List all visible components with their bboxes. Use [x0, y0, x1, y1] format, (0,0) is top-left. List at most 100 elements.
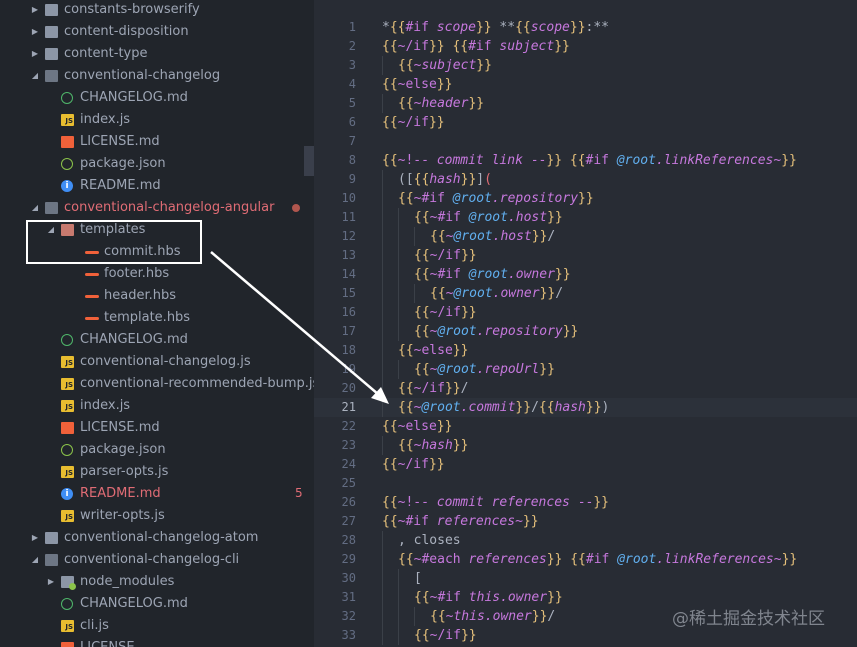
code-token: ~	[515, 514, 523, 529]
code-text: {{~!-- commit link --}} {{#if @root.link…	[382, 151, 797, 170]
tree-file[interactable]: cli.js	[0, 615, 314, 637]
code-line[interactable]: 14 {{~#if @root.owner}}	[314, 265, 857, 284]
code-line[interactable]: 19 {{~@root.repoUrl}}	[314, 360, 857, 379]
tree-file[interactable]: package.json	[0, 439, 314, 461]
chevron-down-icon[interactable]: ◢	[30, 549, 40, 571]
code-text: {{~/if}}/	[398, 379, 468, 398]
tree-file[interactable]: index.js	[0, 395, 314, 417]
chevron-right-icon[interactable]: ▶	[30, 527, 40, 549]
chevron-right-icon[interactable]: ▶	[46, 571, 56, 593]
code-text: {{~@root.host}}/	[430, 227, 555, 246]
code-token: ~this.owner	[445, 609, 532, 624]
indent-guide	[382, 588, 383, 607]
chevron-down-icon[interactable]: ◢	[30, 197, 40, 219]
tree-item-label: conventional-changelog.js	[80, 354, 251, 369]
tree-file[interactable]: i README.md	[0, 175, 314, 197]
code-line[interactable]: 2 {{~/if}} {{#if subject}}	[314, 37, 857, 56]
tree-file[interactable]: LICENSE	[0, 637, 314, 647]
tree-file[interactable]: parser-opts.js	[0, 461, 314, 483]
code-line[interactable]: 4 {{~else}}	[314, 75, 857, 94]
code-text: {{~#if @root.owner}}	[414, 265, 571, 284]
code-text: {{~/if}}	[382, 455, 445, 474]
code-line[interactable]: 5 {{~header}}	[314, 94, 857, 113]
tree-file[interactable]: LICENSE.md	[0, 417, 314, 439]
code-token: ~#if	[429, 267, 469, 282]
code-line[interactable]: 17 {{~@root.repository}}	[314, 322, 857, 341]
code-line[interactable]: 13 {{~/if}}	[314, 246, 857, 265]
code-line[interactable]: 23 {{~hash}}	[314, 436, 857, 455]
code-line[interactable]: 12 {{~@root.host}}/	[314, 227, 857, 246]
code-line[interactable]: 18 {{~else}}	[314, 341, 857, 360]
tree-folder[interactable]: ▶ node_modules	[0, 571, 314, 593]
tree-file[interactable]: i README.md 5	[0, 483, 314, 505]
tree-item-label: conventional-recommended-bump.js	[80, 376, 314, 391]
tree-folder[interactable]: ▶ content-type	[0, 43, 314, 65]
chevron-right-icon[interactable]: ▶	[30, 0, 40, 21]
code-line[interactable]: 24 {{~/if}}	[314, 455, 857, 474]
tree-folder[interactable]: ▶ content-disposition	[0, 21, 314, 43]
line-number: 15	[341, 286, 356, 300]
code-line[interactable]: 10 {{~#if @root.repository}}	[314, 189, 857, 208]
tree-file[interactable]: CHANGELOG.md	[0, 593, 314, 615]
code-line[interactable]: 8 {{~!-- commit link --}} {{#if @root.lin…	[314, 151, 857, 170]
code-token: }}	[460, 248, 477, 263]
code-line[interactable]: 26 {{~!-- commit references --}}	[314, 493, 857, 512]
code-line[interactable]: 29 {{~#each references}} {{#if @root.link…	[314, 550, 857, 569]
tree-file[interactable]: header.hbs	[0, 285, 314, 307]
code-line[interactable]: 22 {{~else}}	[314, 417, 857, 436]
code-line[interactable]: 7	[314, 132, 857, 151]
code-line[interactable]: 27 {{~#if references~}}	[314, 512, 857, 531]
chevron-down-icon[interactable]: ◢	[30, 65, 40, 87]
tree-folder[interactable]: ◢ conventional-changelog-angular	[0, 197, 314, 219]
code-line[interactable]: 3 {{~subject}}	[314, 56, 857, 75]
sidebar-scrollbar[interactable]	[304, 146, 314, 176]
code-line[interactable]: 1 *{{#if scope}} **{{scope}}:**	[314, 18, 857, 37]
code-line[interactable]: 30 [	[314, 569, 857, 588]
tree-folder[interactable]: ▶ constants-browserify	[0, 0, 314, 21]
handlebars-icon	[85, 273, 99, 276]
tree-item-label: LICENSE.md	[80, 134, 160, 149]
tree-file[interactable]: template.hbs	[0, 307, 314, 329]
tree-file[interactable]: LICENSE.md	[0, 131, 314, 153]
code-token: }}	[546, 552, 563, 567]
code-line[interactable]: 20 {{~/if}}/	[314, 379, 857, 398]
chevron-right-icon[interactable]: ▶	[30, 21, 40, 43]
tree-file[interactable]: conventional-changelog.js	[0, 351, 314, 373]
code-text: {{~subject}}	[398, 56, 492, 75]
code-line[interactable]: 15 {{~@root.owner}}/	[314, 284, 857, 303]
code-token: /	[531, 400, 539, 415]
tree-folder[interactable]: ▶ conventional-changelog-atom	[0, 527, 314, 549]
code-editor[interactable]: 1 *{{#if scope}} **{{scope}}:** 2 {{~/if}} …	[314, 0, 857, 647]
code-line[interactable]: 16 {{~/if}}	[314, 303, 857, 322]
tree-item-label: conventional-changelog-angular	[64, 200, 275, 215]
code-token: @root	[617, 552, 657, 567]
code-line[interactable]: 9 ([{{hash}}](	[314, 170, 857, 189]
code-token: #if	[468, 39, 500, 54]
tree-file[interactable]: package.json	[0, 153, 314, 175]
code-token: @root	[452, 191, 492, 206]
tree-folder[interactable]: ◢ conventional-changelog	[0, 65, 314, 87]
tree-item-label: conventional-changelog-cli	[64, 552, 240, 567]
code-line[interactable]: 21 {{~@root.commit}}/{{hash}})	[314, 398, 857, 417]
code-line[interactable]: 28 , closes	[314, 531, 857, 550]
tree-file[interactable]: CHANGELOG.md	[0, 329, 314, 351]
chevron-right-icon[interactable]: ▶	[30, 43, 40, 65]
readme-info-icon: i	[61, 488, 73, 500]
line-number: 5	[348, 96, 356, 110]
code-line[interactable]: 25	[314, 474, 857, 493]
code-line[interactable]: 11 {{~#if @root.host}}	[314, 208, 857, 227]
tree-file[interactable]: index.js	[0, 109, 314, 131]
code-token: ~/if	[429, 248, 461, 263]
indent-guide	[414, 607, 415, 626]
code-text: {{~this.owner}}/	[430, 607, 555, 626]
tree-file[interactable]: writer-opts.js	[0, 505, 314, 527]
tree-file[interactable]: conventional-recommended-bump.js	[0, 373, 314, 395]
tree-folder[interactable]: ◢ conventional-changelog-cli	[0, 549, 314, 571]
tree-file[interactable]: footer.hbs	[0, 263, 314, 285]
code-token: }}	[546, 153, 563, 168]
code-token: ~/if	[429, 628, 461, 643]
code-token: {{	[515, 20, 531, 35]
code-line[interactable]: 6 {{~/if}}	[314, 113, 857, 132]
tree-file[interactable]: CHANGELOG.md	[0, 87, 314, 109]
code-text: *{{#if scope}} **{{scope}}:**	[382, 18, 609, 37]
